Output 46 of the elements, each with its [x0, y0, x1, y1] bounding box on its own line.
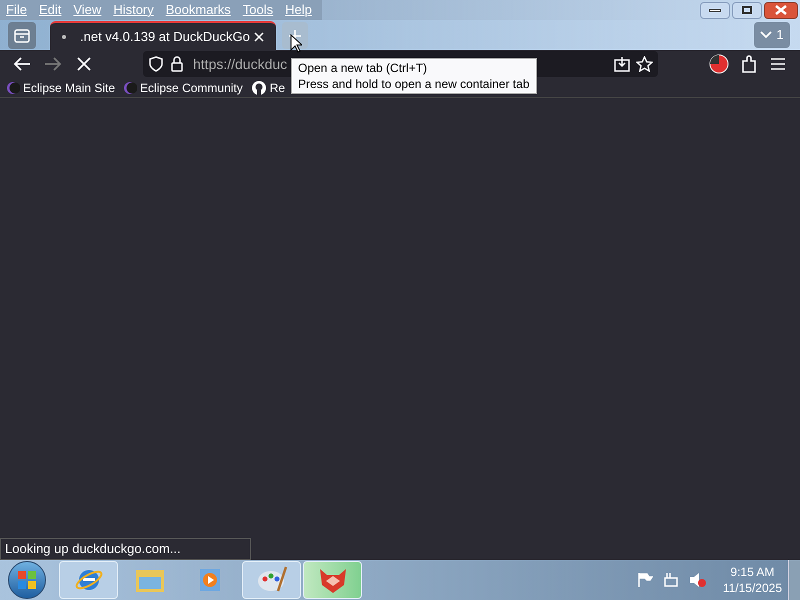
tooltip-line: Open a new tab (Ctrl+T): [298, 60, 428, 76]
close-icon[interactable]: [254, 32, 264, 42]
tab-manager-button[interactable]: [8, 22, 36, 49]
clock-date[interactable]: 11/15/2025: [722, 580, 782, 596]
bookmark[interactable]: Eclipse Main Site: [6, 78, 116, 96]
bookmark[interactable]: Re: [250, 78, 286, 96]
menu-item[interactable]: Help: [279, 0, 318, 20]
menu-item[interactable]: View: [67, 0, 108, 20]
back-arrow-icon[interactable]: [13, 56, 31, 72]
star-icon[interactable]: [636, 56, 653, 72]
menu-icon[interactable]: [771, 58, 785, 70]
menu-item[interactable]: Tools: [236, 0, 280, 20]
eclipse-icon: [123, 80, 138, 94]
start-button[interactable]: [8, 561, 46, 599]
network-icon[interactable]: [662, 572, 679, 588]
taskbar-app[interactable]: [303, 561, 362, 599]
tab-list-button[interactable]: 1: [754, 22, 790, 48]
restore-button[interactable]: [732, 2, 762, 18]
archive-icon: [14, 28, 30, 42]
muted-speaker-icon[interactable]: [688, 572, 707, 588]
chevron-down-icon: [760, 31, 772, 39]
stop-icon[interactable]: [77, 57, 91, 71]
menu-item[interactable]: Edit: [32, 0, 68, 20]
windows-logo-icon: [17, 570, 37, 590]
flag-icon[interactable]: [636, 572, 653, 588]
tooltip-line: Press and hold to open a new container tab: [298, 76, 530, 92]
close-icon: [775, 5, 787, 15]
lock-icon: [171, 56, 183, 72]
menu-item[interactable]: Bookmarks: [160, 0, 237, 20]
shield-icon: [149, 56, 163, 72]
minimize-button[interactable]: [700, 2, 730, 18]
tab-title: .net v4.0.139 at DuckDuckGo: [80, 28, 250, 46]
download-icon[interactable]: [614, 56, 630, 72]
status-text: Looking up duckduckgo.com...: [0, 538, 251, 560]
mouse-pointer-icon: [290, 34, 302, 53]
account-icon[interactable]: [709, 54, 729, 74]
taskbar-app[interactable]: [59, 561, 118, 599]
clock-time[interactable]: 9:15 AM: [730, 564, 774, 580]
browser-tab[interactable]: .net v4.0.139 at DuckDuckGo: [50, 21, 276, 50]
menu-item[interactable]: History: [107, 0, 160, 20]
bookmark[interactable]: Eclipse Community: [123, 78, 243, 96]
url-text: https://duckduc: [193, 54, 288, 74]
taskbar-app[interactable]: [242, 561, 301, 599]
close-button[interactable]: [764, 2, 798, 18]
menu-item[interactable]: File: [0, 0, 33, 20]
eclipse-icon: [6, 80, 20, 94]
